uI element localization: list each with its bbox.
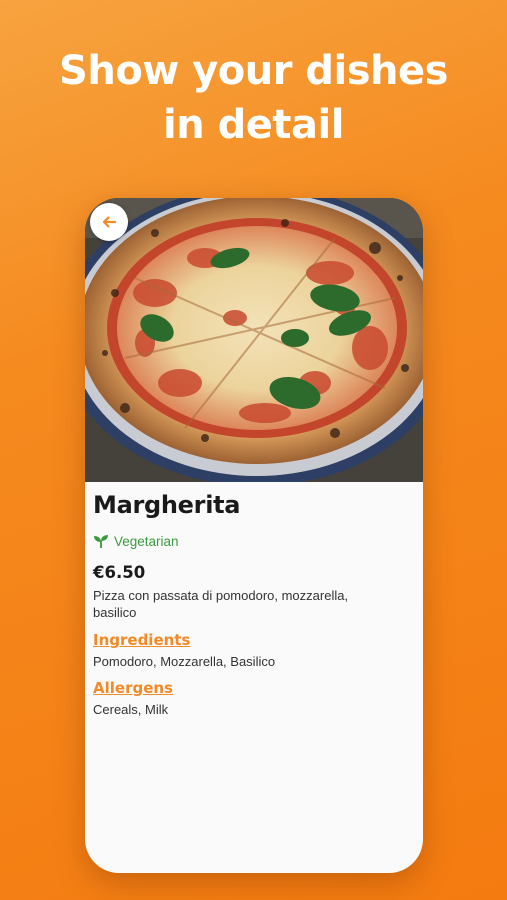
headline-line-1: Show your dishes xyxy=(59,48,448,94)
dish-photo xyxy=(85,198,423,482)
promo-headline: Show your dishes in detail xyxy=(0,44,507,152)
vegetarian-label: Vegetarian xyxy=(114,533,179,549)
ingredients-title[interactable]: Ingredients xyxy=(93,631,413,649)
sprout-leaf-icon xyxy=(94,535,108,548)
back-button[interactable] xyxy=(90,203,128,241)
allergens-text: Cereals, Milk xyxy=(93,702,169,717)
allergens-title[interactable]: Allergens xyxy=(93,679,413,697)
ingredients-text: Pomodoro, Mozzarella, Basilico xyxy=(93,654,276,669)
dish-description: Pizza con passata di pomodoro, mozzarell… xyxy=(93,588,349,620)
vegetarian-badge: Vegetarian xyxy=(93,533,413,549)
arrow-left-icon xyxy=(102,216,117,228)
pizza-image xyxy=(85,198,423,482)
headline-line-2: in detail xyxy=(163,102,344,148)
dish-price: €6.50 xyxy=(93,563,146,582)
dish-details: Margherita Vegetarian €6.50 Pizza con pa… xyxy=(93,488,413,717)
phone-screen: Margherita Vegetarian €6.50 Pizza con pa… xyxy=(85,198,423,873)
dish-name: Margherita xyxy=(93,491,241,519)
